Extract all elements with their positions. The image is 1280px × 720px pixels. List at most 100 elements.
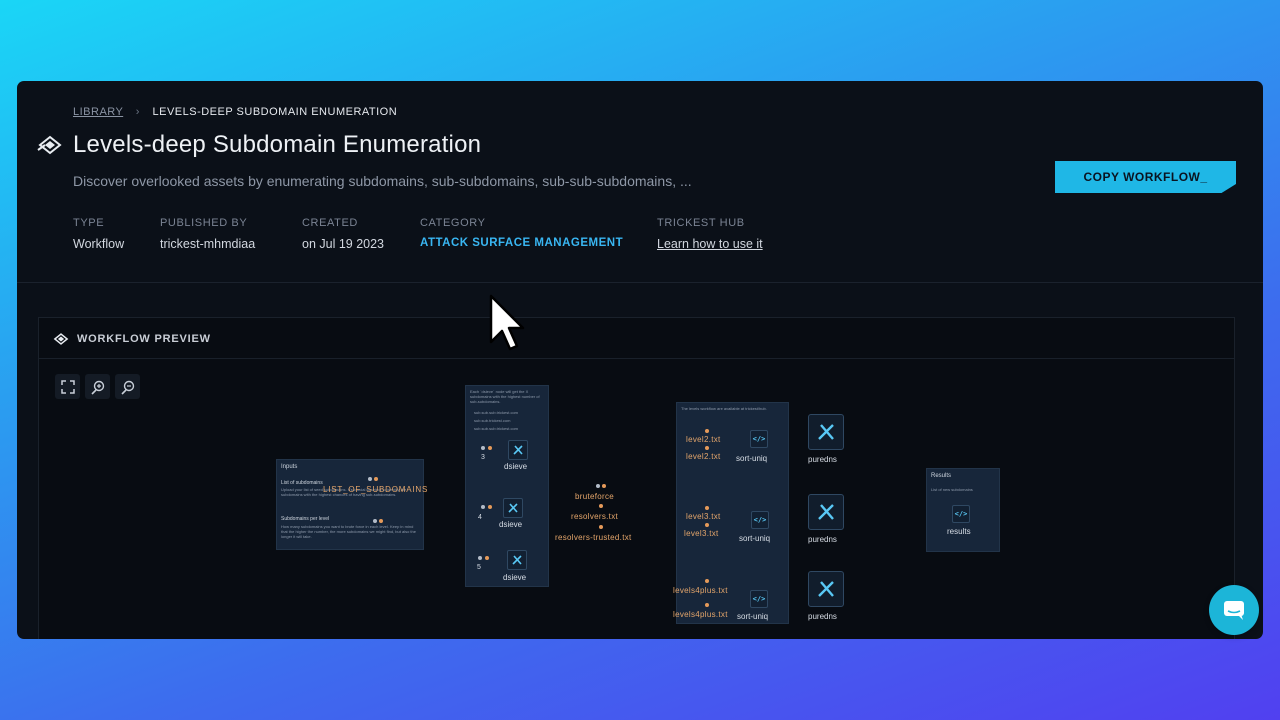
level-file-a: level2.txt <box>686 435 721 444</box>
results-code-icon[interactable]: </> <box>952 505 970 523</box>
zoom-in-button[interactable] <box>85 374 110 399</box>
list-of-subdomains-port: LIST_OF_SUBDOMAINS <box>323 485 429 494</box>
meta-hub: TRICKEST HUB Learn how to use it <box>657 217 763 251</box>
results-node[interactable]: Results List of new subdomains </> resul… <box>926 468 1000 552</box>
inputs-subtitle-1: List of subdomains <box>281 480 323 486</box>
resolvers-file: resolvers.txt <box>571 512 619 521</box>
meta-created-label: CREATED <box>302 217 358 229</box>
puredns-tool-icon[interactable] <box>808 571 844 607</box>
port-dot <box>705 579 709 583</box>
level-file-b: level2.txt <box>686 452 721 461</box>
puredns-label: puredns <box>808 455 837 464</box>
trickest-logo-icon <box>37 135 62 155</box>
dsieve-bullet: sub.sub.trickest.com <box>474 418 511 423</box>
meta-category: CATEGORY ATTACK SURFACE MANAGEMENT <box>420 217 623 249</box>
level-file-a: levels4plus.txt <box>673 586 728 595</box>
dsieve-num: 5 <box>477 564 481 571</box>
port-dot <box>705 446 709 450</box>
breadcrumb-library-link[interactable]: LIBRARY <box>73 106 123 118</box>
title-row: Levels-deep Subdomain Enumeration <box>37 131 481 159</box>
port-dot <box>705 506 709 510</box>
port-dot <box>599 504 603 508</box>
workflow-description: Discover overlooked assets by enumeratin… <box>73 173 692 189</box>
workflow-card: LIBRARY › LEVELS-DEEP SUBDOMAIN ENUMERAT… <box>17 81 1263 639</box>
sort-uniq-label: sort-uniq <box>739 534 771 543</box>
meta-published-label: PUBLISHED BY <box>160 217 248 229</box>
preview-divider <box>39 358 1234 359</box>
hub-learn-link[interactable]: Learn how to use it <box>657 237 763 251</box>
dsieve-num: 3 <box>481 454 485 461</box>
meta-created-value: on Jul 19 2023 <box>302 237 385 251</box>
puredns-label: puredns <box>808 612 837 621</box>
meta-type-value: Workflow <box>73 237 125 251</box>
meta-category-label: CATEGORY <box>420 217 486 229</box>
bruteforce-file: bruteforce <box>575 492 615 501</box>
preview-header: WORKFLOW PREVIEW <box>53 331 211 347</box>
inputs-node-title: Inputs <box>281 464 298 470</box>
puredns-label: puredns <box>808 535 837 544</box>
dsieve-bullet: sub.sub.sub.trickest.com <box>474 410 519 415</box>
inputs-text-2: How many subdomains you want to brute fo… <box>281 524 416 539</box>
trickest-small-logo-icon <box>53 333 69 345</box>
breadcrumb-chevron-icon: › <box>135 106 140 118</box>
level-file-b: levels4plus.txt <box>673 610 728 619</box>
sort-uniq-code-icon[interactable]: </> <box>750 430 768 448</box>
port-dot <box>481 446 485 450</box>
zoom-out-icon <box>120 380 134 395</box>
dsieve-tool-icon[interactable] <box>503 498 523 518</box>
meta-created: CREATED on Jul 19 2023 <box>302 217 384 251</box>
inputs-node[interactable]: Inputs List of subdomains Upload your li… <box>276 459 427 550</box>
resolvers-trusted-file: resolvers-trusted.txt <box>555 533 632 542</box>
meta-published-by: PUBLISHED BY trickest-mhmdiaa <box>160 217 255 251</box>
dsieve-group-text: Each `dsieve` node will get the X subdom… <box>470 389 540 404</box>
inputs-subtitle-2: Subdomains per level <box>281 516 330 522</box>
meta-published-value: trickest-mhmdiaa <box>160 237 256 251</box>
results-label: results <box>947 527 971 536</box>
port-dot <box>478 556 482 560</box>
port-dot <box>599 525 603 529</box>
tools-icon <box>513 445 523 455</box>
puredns-tool-icon[interactable] <box>808 414 844 450</box>
port-dot <box>485 556 489 560</box>
dsieve-label: dsieve <box>503 573 527 582</box>
levels-group-node[interactable]: The levels workflow are available at tri… <box>673 402 789 624</box>
dsieve-label: dsieve <box>499 520 523 529</box>
meta-category-value[interactable]: ATTACK SURFACE MANAGEMENT <box>420 237 623 249</box>
port-dot <box>596 484 600 488</box>
port-dot <box>481 505 485 509</box>
dsieve-tool-icon[interactable] <box>508 440 528 460</box>
breadcrumb: LIBRARY › LEVELS-DEEP SUBDOMAIN ENUMERAT… <box>73 106 397 118</box>
levels-group-text: The levels workflow are available at tri… <box>681 406 767 411</box>
tools-icon <box>508 503 518 513</box>
fullscreen-icon <box>60 379 75 394</box>
port-dot <box>705 429 709 433</box>
tools-icon <box>818 424 834 440</box>
zoom-out-button[interactable] <box>115 374 140 399</box>
puredns-tool-icon[interactable] <box>808 494 844 530</box>
port-dot <box>602 484 606 488</box>
chat-support-button[interactable] <box>1209 585 1259 635</box>
mouse-cursor-icon <box>489 294 525 351</box>
sort-uniq-code-icon[interactable]: </> <box>751 511 769 529</box>
copy-workflow-button[interactable]: COPY WORKFLOW_ <box>1055 161 1236 193</box>
sort-uniq-label: sort-uniq <box>737 612 769 621</box>
input-port-dot <box>379 519 383 523</box>
input-port-dot <box>374 477 378 481</box>
dsieve-group-node[interactable]: Each `dsieve` node will get the X subdom… <box>465 385 549 587</box>
tools-icon <box>818 581 834 597</box>
sort-uniq-code-icon[interactable]: </> <box>750 590 768 608</box>
chat-bubble-icon <box>1224 601 1244 620</box>
meta-type-label: TYPE <box>73 217 105 229</box>
tools-icon <box>818 504 834 520</box>
dsieve-label: dsieve <box>504 462 528 471</box>
fullscreen-button[interactable] <box>55 374 80 399</box>
port-dot <box>705 523 709 527</box>
zoom-in-icon <box>90 380 104 395</box>
input-port-dot <box>368 477 372 481</box>
dsieve-num: 4 <box>478 514 482 521</box>
workflow-preview-panel: WORKFLOW PREVIEW Inputs List of subdomai… <box>38 317 1235 639</box>
port-dot <box>488 505 492 509</box>
dsieve-tool-icon[interactable] <box>507 550 527 570</box>
tools-icon <box>512 555 522 565</box>
port-dot <box>488 446 492 450</box>
